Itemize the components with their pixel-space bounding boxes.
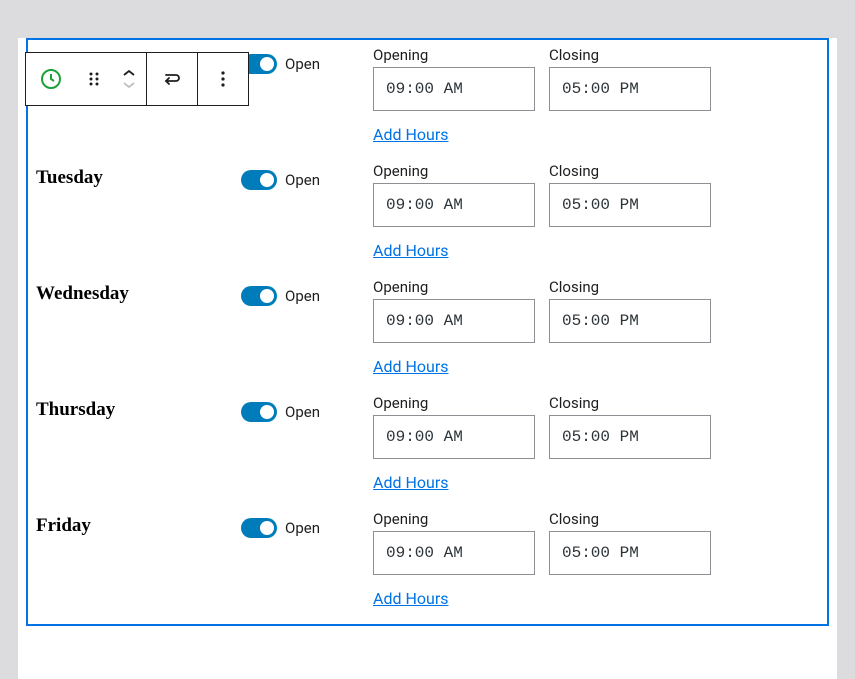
open-toggle-col: Open	[241, 46, 373, 74]
day-row: Friday Open Opening Closing Add Hours	[36, 498, 819, 614]
add-hours-link[interactable]: Add Hours	[373, 241, 449, 260]
align-icon	[160, 67, 184, 91]
open-toggle-col: Open	[241, 278, 373, 306]
opening-field: Opening	[373, 278, 535, 343]
open-toggle[interactable]	[241, 286, 277, 306]
day-name: Wednesday	[36, 278, 241, 305]
time-fields: Opening Closing	[373, 394, 819, 459]
opening-input[interactable]	[373, 415, 535, 459]
closing-input[interactable]	[549, 531, 711, 575]
closing-field: Closing	[549, 162, 711, 227]
opening-field: Opening	[373, 394, 535, 459]
closing-input[interactable]	[549, 183, 711, 227]
closing-input[interactable]	[549, 67, 711, 111]
opening-field-label: Opening	[373, 46, 535, 64]
add-hours-link[interactable]: Add Hours	[373, 125, 449, 144]
toolbar-group-more	[198, 53, 248, 105]
chevron-up-icon[interactable]	[121, 68, 137, 78]
move-buttons	[112, 53, 146, 105]
closing-field-label: Closing	[549, 510, 711, 528]
business-hours-block[interactable]: MondayOpenOpeningClosingAdd HoursTuesday…	[26, 38, 829, 626]
open-toggle-col: Open	[241, 394, 373, 422]
open-toggle-label: Open	[285, 287, 320, 305]
closing-field: Closing	[549, 394, 711, 459]
drag-handle[interactable]	[76, 53, 112, 105]
closing-field: Closing	[549, 46, 711, 111]
open-toggle-label: Open	[285, 519, 320, 537]
closing-field: Closing	[549, 278, 711, 343]
time-fields: Opening Closing	[373, 162, 819, 227]
open-toggle-label: Open	[285, 403, 320, 421]
editor-canvas: MondayOpenOpeningClosingAdd HoursTuesday…	[18, 38, 837, 679]
chevron-down-icon[interactable]	[121, 80, 137, 90]
day-name: Friday	[36, 510, 241, 537]
closing-field-label: Closing	[549, 278, 711, 296]
clock-icon	[39, 67, 63, 91]
opening-field-label: Opening	[373, 510, 535, 528]
day-row: Wednesday Open Opening Closing Add Hours	[36, 266, 819, 382]
add-hours-link[interactable]: Add Hours	[373, 357, 449, 376]
opening-field-label: Opening	[373, 394, 535, 412]
times-col: Opening Closing Add Hours	[373, 46, 819, 144]
toolbar-group-block	[26, 53, 147, 105]
day-row: Thursday Open Opening Closing Add Hours	[36, 382, 819, 498]
opening-input[interactable]	[373, 531, 535, 575]
more-options-button[interactable]	[198, 53, 248, 105]
closing-input[interactable]	[549, 415, 711, 459]
opening-field-label: Opening	[373, 162, 535, 180]
opening-field: Opening	[373, 162, 535, 227]
add-hours-link[interactable]: Add Hours	[373, 473, 449, 492]
drag-icon	[84, 69, 104, 89]
block-toolbar	[25, 52, 249, 106]
times-col: Opening Closing Add Hours	[373, 510, 819, 608]
open-toggle[interactable]	[241, 402, 277, 422]
open-toggle[interactable]	[241, 170, 277, 190]
times-col: Opening Closing Add Hours	[373, 162, 819, 260]
opening-field: Opening	[373, 46, 535, 111]
add-hours-link[interactable]: Add Hours	[373, 589, 449, 608]
closing-field-label: Closing	[549, 46, 711, 64]
open-toggle[interactable]	[241, 518, 277, 538]
block-type-button[interactable]	[26, 53, 76, 105]
closing-field-label: Closing	[549, 394, 711, 412]
closing-field-label: Closing	[549, 162, 711, 180]
time-fields: Opening Closing	[373, 46, 819, 111]
day-row: Tuesday Open Opening Closing Add Hours	[36, 150, 819, 266]
opening-field-label: Opening	[373, 278, 535, 296]
closing-field: Closing	[549, 510, 711, 575]
open-toggle-label: Open	[285, 55, 320, 73]
time-fields: Opening Closing	[373, 278, 819, 343]
open-toggle-label: Open	[285, 171, 320, 189]
align-button[interactable]	[147, 53, 197, 105]
open-toggle-col: Open	[241, 510, 373, 538]
more-vertical-icon	[213, 69, 233, 89]
opening-input[interactable]	[373, 67, 535, 111]
open-toggle-col: Open	[241, 162, 373, 190]
opening-field: Opening	[373, 510, 535, 575]
day-name: Tuesday	[36, 162, 241, 189]
closing-input[interactable]	[549, 299, 711, 343]
opening-input[interactable]	[373, 183, 535, 227]
times-col: Opening Closing Add Hours	[373, 394, 819, 492]
day-name: Thursday	[36, 394, 241, 421]
opening-input[interactable]	[373, 299, 535, 343]
times-col: Opening Closing Add Hours	[373, 278, 819, 376]
time-fields: Opening Closing	[373, 510, 819, 575]
toolbar-group-align	[147, 53, 198, 105]
